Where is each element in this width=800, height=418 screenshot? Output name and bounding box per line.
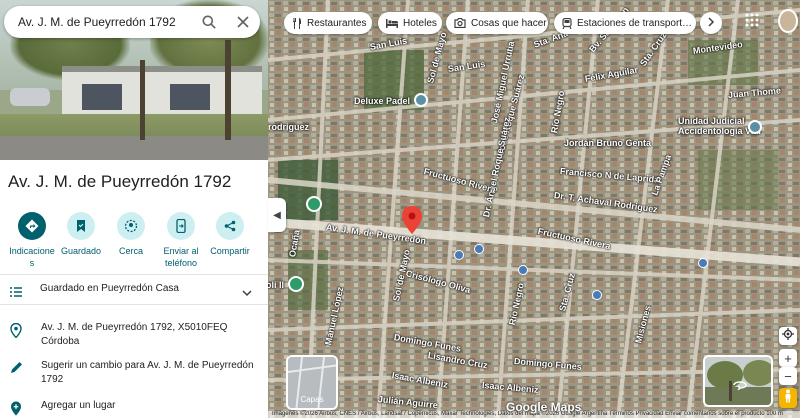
chip-label: Estaciones de transport… xyxy=(577,17,693,29)
bed-icon xyxy=(386,18,398,28)
chip-label: Cosas que hacer xyxy=(471,17,547,29)
minus-icon: − xyxy=(784,368,792,384)
phone-icon xyxy=(167,212,195,240)
chips-next-button[interactable] xyxy=(700,12,722,34)
chevron-down-icon[interactable] xyxy=(242,284,252,302)
poi-marker-unidad-judicial[interactable] xyxy=(748,120,762,134)
rotate-360-icon xyxy=(732,377,748,395)
poi-label-deluxe-padel[interactable]: Deluxe Padel xyxy=(354,96,410,106)
suggest-edit-row[interactable]: Sugerir un cambio para Av. J. M. de Puey… xyxy=(0,359,268,389)
close-icon[interactable] xyxy=(226,6,260,38)
share-label: Compartir xyxy=(210,246,250,256)
place-panel: Av. J. M. de Pueyrredón 1792 Av. J. M. d… xyxy=(0,0,268,418)
address-line-1: Av. J. M. de Pueyrredón 1792, X5010FEQ xyxy=(41,322,228,333)
bus-stop-icon[interactable] xyxy=(454,250,464,260)
poi-marker-green[interactable] xyxy=(288,276,304,292)
add-place-label: Agregar un lugar xyxy=(41,400,116,411)
share-icon xyxy=(216,212,244,240)
action-buttons: Indicacione s Guardado Cerca Enviar al t… xyxy=(0,212,268,272)
saved-button[interactable]: Guardado xyxy=(55,212,107,257)
crosshair-icon xyxy=(782,327,794,345)
list-icon xyxy=(10,284,22,302)
bus-stop-icon[interactable] xyxy=(592,290,602,300)
zoom-in-button[interactable]: + xyxy=(779,349,797,367)
address-line-2: Córdoba xyxy=(41,336,80,347)
chip-estaciones[interactable]: Estaciones de transport… xyxy=(554,12,696,34)
location-pin-icon xyxy=(10,322,24,339)
nearby-label: Cerca xyxy=(118,246,143,256)
chevron-right-icon xyxy=(707,16,715,30)
bookmark-icon xyxy=(67,212,95,240)
collapse-panel-button[interactable]: ◀ xyxy=(268,198,286,232)
google-maps-logo: Google Maps xyxy=(506,400,582,414)
bus-stop-icon[interactable] xyxy=(474,244,484,254)
bus-stop-icon[interactable] xyxy=(698,258,708,268)
send-to-phone-label: Enviar al teléfono xyxy=(163,246,199,268)
street-label: rodriguez xyxy=(268,122,310,132)
maps-app: San Luis San Luis Sol de Mayo José Migue… xyxy=(0,0,800,418)
send-to-phone-button[interactable]: Enviar al teléfono xyxy=(155,212,207,269)
divider xyxy=(0,304,268,305)
divider xyxy=(0,274,268,275)
chip-label: Hoteles xyxy=(403,17,437,29)
zoom-out-button[interactable]: − xyxy=(779,367,797,385)
search-input[interactable]: Av. J. M. de Pueyrredón 1792 xyxy=(4,15,192,29)
page-title: Av. J. M. de Pueyrredón 1792 xyxy=(8,172,232,191)
directions-label: Indicacione s xyxy=(9,246,55,268)
nearby-button[interactable]: Cerca xyxy=(105,212,157,257)
bus-stop-icon[interactable] xyxy=(518,265,528,275)
saved-label: Guardado xyxy=(60,246,102,256)
saved-list-label: Guardado en Pueyrredón Casa xyxy=(40,283,179,294)
plus-icon: + xyxy=(784,350,792,366)
layers-button[interactable]: Capas xyxy=(286,355,338,410)
street-label: Jordán Bruno Genta xyxy=(564,138,652,148)
address-row[interactable]: Av. J. M. de Pueyrredón 1792, X5010FEQ C… xyxy=(0,321,268,351)
directions-button[interactable]: Indicacione s xyxy=(6,212,58,269)
pegman-button[interactable] xyxy=(779,388,797,408)
search-box[interactable]: Av. J. M. de Pueyrredón 1792 xyxy=(4,6,260,38)
chip-hoteles[interactable]: Hoteles xyxy=(378,12,442,34)
pencil-icon xyxy=(10,361,24,375)
pegman-icon xyxy=(784,389,792,408)
poi-marker-green[interactable] xyxy=(306,196,322,212)
chip-label: Restaurantes xyxy=(307,17,367,29)
my-location-button[interactable] xyxy=(779,327,797,345)
transit-icon xyxy=(562,17,572,29)
add-place-row[interactable]: Agregar un lugar xyxy=(0,399,268,416)
avatar[interactable] xyxy=(778,9,798,33)
share-button[interactable]: Compartir xyxy=(204,212,256,257)
street-view-thumbnail[interactable] xyxy=(703,355,773,407)
location-pin-icon[interactable] xyxy=(402,206,422,234)
suggest-edit-line-2: 1792 xyxy=(41,374,64,385)
search-icon[interactable] xyxy=(192,6,226,38)
suggest-edit-line-1: Sugerir un cambio para Av. J. M. de Puey… xyxy=(41,360,254,371)
nearby-icon xyxy=(117,212,145,240)
poi-label[interactable]: oli II xyxy=(268,280,284,290)
chevron-left-icon: ◀ xyxy=(273,209,281,221)
apps-grid-icon[interactable] xyxy=(745,13,759,32)
layers-label: Capas xyxy=(300,395,324,404)
fork-knife-icon xyxy=(292,17,302,29)
poi-marker-deluxe-padel[interactable] xyxy=(414,93,428,107)
chip-cosas-que-hacer[interactable]: Cosas que hacer xyxy=(446,12,548,34)
add-location-icon xyxy=(10,401,24,416)
camera-icon xyxy=(454,18,466,28)
directions-icon xyxy=(18,212,46,240)
saved-list-row[interactable]: Guardado en Pueyrredón Casa xyxy=(0,276,268,302)
chip-restaurantes[interactable]: Restaurantes xyxy=(284,12,372,34)
